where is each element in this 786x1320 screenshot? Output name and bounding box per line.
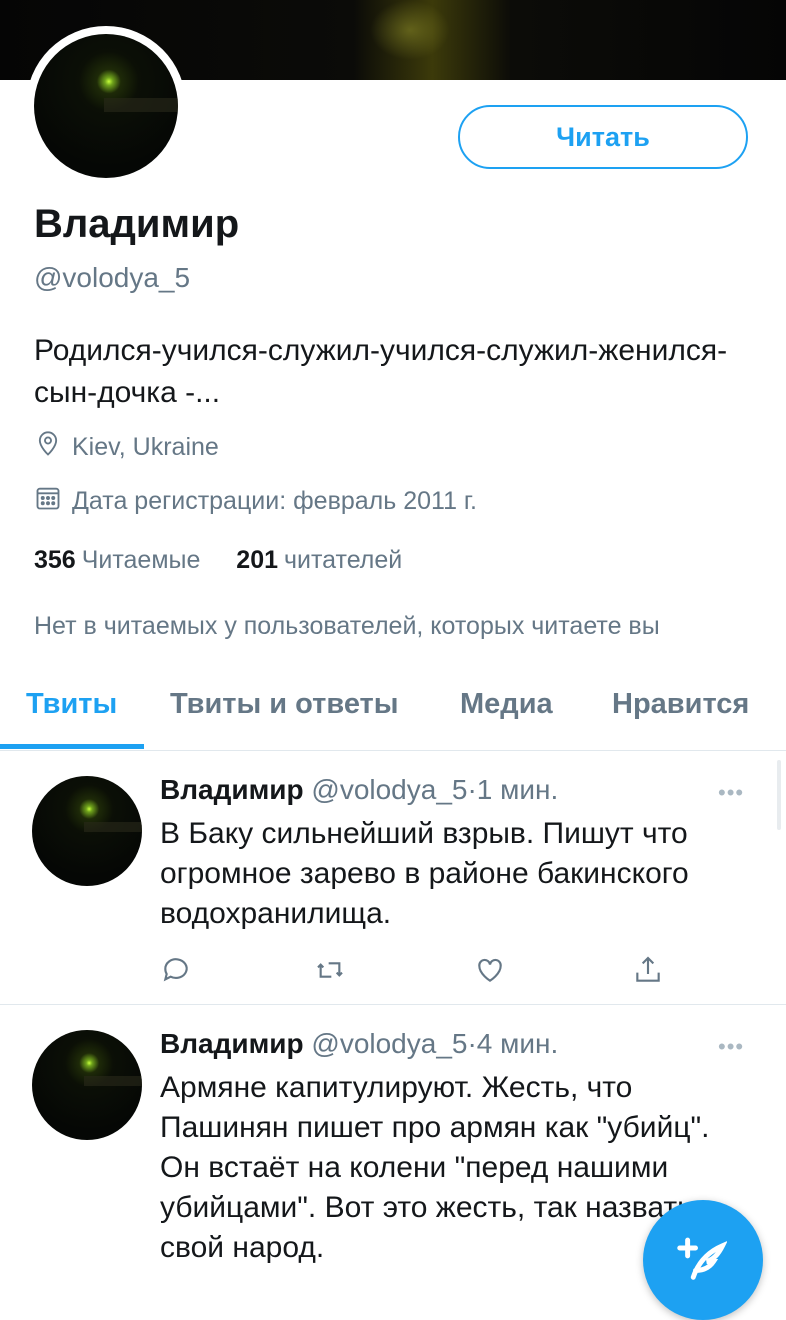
tweet-author-handle[interactable]: @volodya_5	[311, 774, 467, 805]
tweet-author-name[interactable]: Владимир	[160, 1028, 304, 1059]
profile-name: Владимир	[34, 202, 240, 246]
followers-label: читателей	[284, 546, 403, 574]
tweet-separator: ·	[467, 1028, 477, 1059]
profile-avatar-image	[34, 34, 178, 178]
joined-text: Дата регистрации: февраль 2011 г.	[72, 487, 477, 515]
profile-joined: Дата регистрации: февраль 2011 г.	[34, 484, 477, 519]
profile-handle: @volodya_5	[34, 262, 191, 293]
tweet-header: Владимир @volodya_5·4 мин.	[160, 1028, 558, 1060]
tweet-divider	[0, 1004, 786, 1005]
following-label: Читаемые	[81, 546, 201, 574]
retweet-icon[interactable]	[314, 954, 346, 986]
tweet-author-handle[interactable]: @volodya_5	[311, 1028, 467, 1059]
mutual-followers-text: Нет в читаемых у пользователей, которых …	[34, 612, 660, 640]
tweet-avatar[interactable]	[32, 776, 142, 886]
tab-likes[interactable]: Нравится	[612, 688, 749, 721]
location-text: Kiev, Ukraine	[72, 433, 219, 461]
tweet-header: Владимир @volodya_5·1 мин.	[160, 774, 558, 806]
calendar-icon	[34, 484, 62, 519]
tweet-avatar[interactable]	[32, 1030, 142, 1140]
tweet-time: 4 мин.	[476, 1028, 559, 1059]
compose-tweet-button[interactable]	[643, 1200, 763, 1320]
tweet[interactable]: Владимир @volodya_5·1 мин. ••• В Баку си…	[0, 752, 786, 1004]
tweet-time: 1 мин.	[476, 774, 559, 805]
followers-count: 201	[236, 546, 279, 574]
tweet-text: В Баку сильнейший взрыв. Пишут что огром…	[160, 817, 689, 930]
location-pin-icon	[34, 430, 62, 465]
tab-media[interactable]: Медиа	[460, 688, 553, 721]
tweet-actions	[160, 954, 680, 986]
profile-stats: 356 Читаемые 201 читателей	[34, 546, 402, 575]
tweet-more-button[interactable]: •••	[718, 780, 744, 806]
profile-bio: Родился-учился-служил-учился-служил-жени…	[34, 334, 728, 409]
following-count: 356	[34, 546, 76, 574]
tab-tweets-replies[interactable]: Твиты и ответы	[170, 688, 399, 721]
tab-tweets[interactable]: Твиты	[26, 688, 117, 721]
profile-location: Kiev, Ukraine	[34, 430, 219, 465]
tweet-author-name[interactable]: Владимир	[160, 774, 304, 805]
profile-avatar[interactable]	[26, 26, 186, 186]
tweet-more-button[interactable]: •••	[718, 1034, 744, 1060]
banner-light	[370, 0, 450, 60]
tweet-separator: ·	[467, 774, 477, 805]
profile-tabs: Твиты Твиты и ответы Медиа Нравится	[0, 670, 786, 751]
reply-icon[interactable]	[160, 954, 192, 986]
share-icon[interactable]	[632, 954, 664, 986]
heart-icon[interactable]	[474, 954, 506, 986]
followers-link[interactable]: 201 читателей	[236, 546, 402, 574]
active-tab-indicator	[0, 744, 144, 749]
following-link[interactable]: 356 Читаемые	[34, 546, 200, 574]
follow-button[interactable]: Читать	[458, 105, 748, 169]
